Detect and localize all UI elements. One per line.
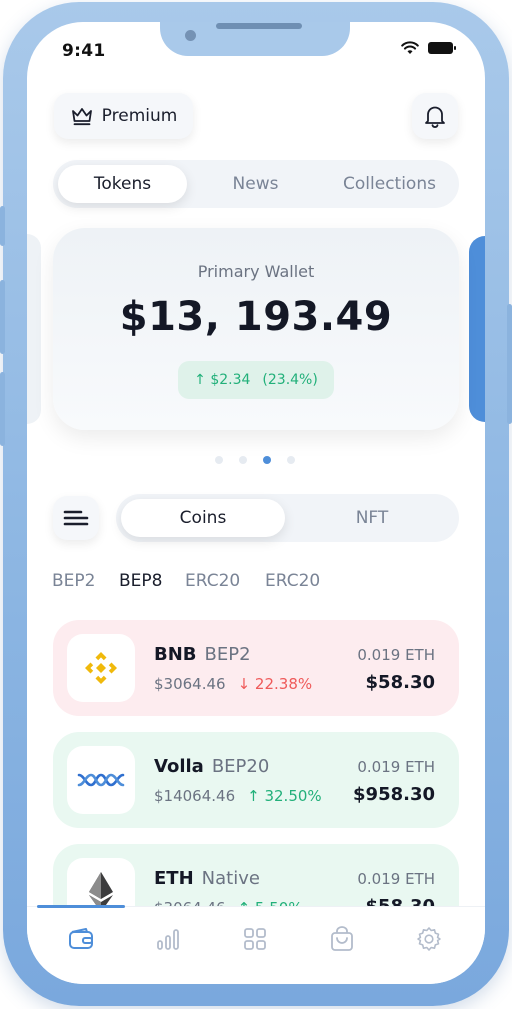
token-row-volla[interactable]: Volla BEP20 $14064.46 ↑ 32.50% 0.019 ETH $… — [53, 732, 459, 828]
phone-screen: 9:41 Premium Tokens News Collections Pri… — [27, 22, 485, 984]
nav-apps[interactable] — [239, 923, 271, 955]
tab-tokens[interactable]: Tokens — [58, 165, 187, 203]
wallet-card[interactable]: Primary Wallet $13, 193.49 ↑ $2.34 (23.4… — [53, 228, 459, 430]
phone-side-button — [0, 372, 5, 446]
token-eth-amount: 0.019 ETH — [357, 646, 435, 664]
token-network: Native — [201, 868, 260, 889]
crown-icon — [71, 108, 92, 126]
token-network: BEP2 — [204, 644, 251, 665]
token-value: $58.30 — [365, 672, 435, 693]
wallet-change-percent: (23.4%) — [262, 372, 318, 388]
network-filter-chips: BEP2 BEP8 ERC20 ERC20 — [52, 571, 320, 591]
carousel-dot[interactable] — [239, 456, 247, 464]
asset-type-toggle: Coins NFT — [116, 494, 459, 542]
carousel-dot-active[interactable] — [263, 456, 271, 464]
token-row-bnb[interactable]: BNB BEP2 $3064.46 ↓ 22.38% 0.019 ETH $58.3… — [53, 620, 459, 716]
premium-button[interactable]: Premium — [54, 93, 193, 139]
bottom-navigation — [27, 905, 485, 984]
token-eth-amount: 0.019 ETH — [357, 758, 435, 776]
token-value: $958.30 — [353, 784, 435, 805]
segment-coins[interactable]: Coins — [121, 499, 285, 537]
phone-side-button — [0, 206, 5, 246]
bnb-icon — [85, 652, 117, 684]
settings-gear-icon — [417, 927, 441, 951]
token-name: Volla BEP20 — [154, 756, 270, 777]
wallet-balance: $13, 193.49 — [119, 294, 393, 340]
premium-label: Premium — [101, 106, 178, 126]
volla-icon — [77, 773, 125, 787]
main-tabs: Tokens News Collections — [53, 160, 459, 208]
carousel-dots — [215, 456, 295, 464]
token-change: ↑ 32.50% — [247, 787, 322, 805]
carousel-dot[interactable] — [215, 456, 223, 464]
token-price: $14064.46 ↑ 32.50% — [154, 787, 322, 805]
nav-wallet[interactable] — [65, 923, 97, 955]
token-network: BEP20 — [211, 756, 270, 777]
token-icon-container — [67, 746, 135, 814]
filter-icon — [63, 510, 89, 526]
phone-power-button — [507, 304, 512, 424]
chip-bep8[interactable]: BEP8 — [119, 571, 185, 591]
chip-erc20[interactable]: ERC20 — [265, 571, 320, 591]
phone-notch — [160, 22, 350, 56]
nav-statistics[interactable] — [152, 923, 184, 955]
chip-bep2[interactable]: BEP2 — [52, 571, 119, 591]
bell-icon — [425, 106, 445, 128]
wallet-change-badge: ↑ $2.34 (23.4%) — [178, 361, 334, 399]
segment-nft[interactable]: NFT — [290, 499, 454, 537]
wallet-change-amount: ↑ $2.34 — [194, 372, 251, 388]
token-name: BNB BEP2 — [154, 644, 251, 665]
token-change: ↓ 22.38% — [237, 675, 313, 693]
status-icons — [401, 41, 456, 55]
battery-icon — [428, 42, 456, 54]
wallet-label: Primary Wallet — [197, 262, 315, 281]
camera-icon — [185, 30, 196, 41]
tab-news[interactable]: News — [191, 165, 320, 203]
next-wallet-card[interactable] — [469, 236, 485, 422]
chip-erc20[interactable]: ERC20 — [185, 571, 265, 591]
phone-side-button — [0, 280, 5, 354]
notifications-button[interactable] — [412, 93, 458, 139]
tab-collections[interactable]: Collections — [325, 165, 454, 203]
previous-wallet-card[interactable] — [27, 234, 41, 424]
shopping-bag-icon — [331, 926, 353, 951]
filter-button[interactable] — [53, 496, 99, 540]
wallet-icon — [69, 928, 93, 949]
nav-shop[interactable] — [326, 923, 358, 955]
token-icon-container — [67, 634, 135, 702]
token-name: ETH Native — [154, 868, 260, 889]
carousel-dot[interactable] — [287, 456, 295, 464]
token-price: $3064.46 ↓ 22.38% — [154, 675, 313, 693]
status-time: 9:41 — [62, 41, 106, 61]
active-tab-indicator — [37, 905, 125, 908]
wifi-icon — [401, 41, 419, 54]
token-eth-amount: 0.019 ETH — [357, 870, 435, 888]
nav-settings[interactable] — [413, 923, 445, 955]
grid-icon — [244, 928, 266, 950]
speaker-grille — [216, 23, 302, 29]
chart-icon — [157, 929, 179, 950]
